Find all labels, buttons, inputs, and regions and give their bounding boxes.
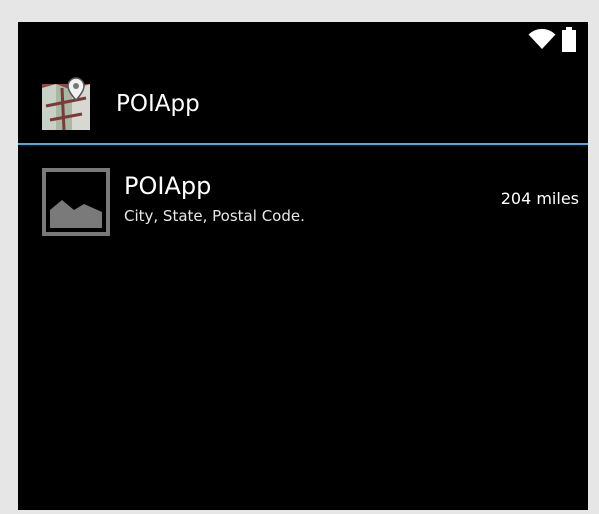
poi-address: City, State, Postal Code.: [124, 207, 305, 225]
battery-icon: [562, 27, 576, 52]
status-bar: [18, 22, 588, 56]
poi-distance: 204 miles: [500, 189, 579, 208]
device-screen: POIApp POIApp City, State, Postal Code. …: [18, 22, 588, 510]
wifi-icon: [528, 28, 556, 49]
action-bar: POIApp: [18, 56, 588, 142]
poi-list: POIApp City, State, Postal Code. 204 mil…: [18, 145, 588, 510]
app-title: POIApp: [116, 91, 200, 117]
list-item[interactable]: POIApp City, State, Postal Code. 204 mil…: [18, 145, 588, 245]
poi-name: POIApp: [124, 172, 212, 200]
image-placeholder-icon: [42, 168, 110, 236]
map-pin-icon[interactable]: [42, 76, 90, 132]
